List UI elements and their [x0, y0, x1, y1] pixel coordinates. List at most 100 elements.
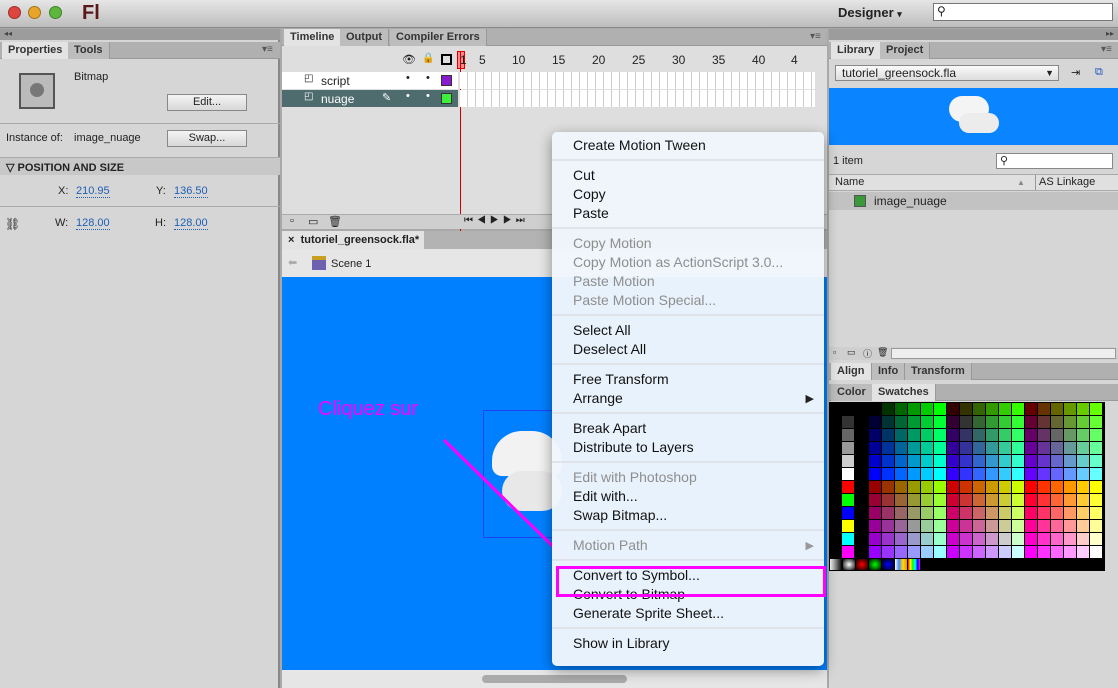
swatch[interactable] — [921, 455, 933, 467]
swatch[interactable] — [908, 481, 920, 493]
menu-item-swap-bitmap[interactable]: Swap Bitmap... — [573, 506, 813, 525]
library-file-dropdown[interactable]: tutoriel_greensock.fla ▼ — [835, 65, 1059, 81]
swatch[interactable] — [895, 455, 907, 467]
swatch[interactable] — [869, 442, 881, 454]
swatch[interactable] — [934, 546, 946, 558]
tab-transform[interactable]: Transform — [905, 363, 972, 380]
swatch[interactable] — [882, 507, 894, 519]
swatch[interactable] — [908, 520, 920, 532]
swatch[interactable] — [947, 416, 959, 428]
swatch[interactable] — [1025, 481, 1037, 493]
swatch[interactable] — [934, 442, 946, 454]
swatch[interactable] — [882, 442, 894, 454]
swatch[interactable] — [986, 416, 998, 428]
swatch[interactable] — [908, 494, 920, 506]
swatch[interactable] — [842, 442, 854, 454]
swatch[interactable] — [1051, 494, 1063, 506]
swatch[interactable] — [1077, 455, 1089, 467]
menu-item-copy[interactable]: Copy — [573, 185, 813, 204]
swatch[interactable] — [869, 481, 881, 493]
swatch[interactable] — [1077, 403, 1089, 415]
swatch[interactable] — [842, 429, 854, 441]
swatch[interactable] — [1038, 416, 1050, 428]
swatch[interactable] — [947, 533, 959, 545]
swatch[interactable] — [973, 494, 985, 506]
swatch[interactable] — [842, 416, 854, 428]
swatch[interactable] — [882, 403, 894, 415]
swatch[interactable] — [1090, 468, 1102, 480]
new-folder-icon[interactable]: ▭ — [847, 347, 856, 358]
swatch[interactable] — [1064, 533, 1076, 545]
swatch[interactable] — [999, 546, 1011, 558]
menu-item-free-transform[interactable]: Free Transform — [573, 370, 813, 389]
swatch[interactable] — [1077, 546, 1089, 558]
swatch[interactable] — [1038, 507, 1050, 519]
swatch[interactable] — [895, 533, 907, 545]
swatch[interactable] — [947, 429, 959, 441]
gradient-swatch[interactable] — [882, 559, 894, 570]
swatch[interactable] — [986, 494, 998, 506]
swatch[interactable] — [973, 403, 985, 415]
delete-icon[interactable]: 🗑 — [877, 347, 888, 358]
new-symbol-icon[interactable]: ▫ — [833, 347, 836, 357]
swatch[interactable] — [1012, 546, 1024, 558]
swatch[interactable] — [1025, 494, 1037, 506]
swatch[interactable] — [1064, 481, 1076, 493]
swatch[interactable] — [1025, 455, 1037, 467]
menu-item-break-apart[interactable]: Break Apart — [573, 419, 813, 438]
tab-align[interactable]: Align — [831, 363, 872, 380]
swatch[interactable] — [947, 546, 959, 558]
swatch[interactable] — [934, 429, 946, 441]
swatch[interactable] — [973, 546, 985, 558]
swatch[interactable] — [1012, 481, 1024, 493]
swatch[interactable] — [842, 533, 854, 545]
swatch[interactable] — [895, 507, 907, 519]
swatch[interactable] — [1025, 546, 1037, 558]
swatch[interactable] — [869, 403, 881, 415]
swatch[interactable] — [986, 442, 998, 454]
swatch[interactable] — [947, 442, 959, 454]
swatch[interactable] — [934, 507, 946, 519]
swatch[interactable] — [921, 442, 933, 454]
swatch[interactable] — [921, 507, 933, 519]
swatch[interactable] — [842, 520, 854, 532]
swatch[interactable] — [842, 403, 854, 415]
swatch[interactable] — [973, 481, 985, 493]
swatch[interactable] — [960, 481, 972, 493]
swatch[interactable] — [947, 481, 959, 493]
swatch[interactable] — [1038, 455, 1050, 467]
swatch[interactable] — [908, 455, 920, 467]
swatch[interactable] — [947, 403, 959, 415]
swatch[interactable] — [1012, 455, 1024, 467]
swatch[interactable] — [921, 520, 933, 532]
swatch[interactable] — [1012, 533, 1024, 545]
swatch[interactable] — [1025, 429, 1037, 441]
swatch[interactable] — [1090, 481, 1102, 493]
swatch[interactable] — [869, 494, 881, 506]
library-scrollbar[interactable] — [891, 348, 1116, 359]
swatch[interactable] — [895, 481, 907, 493]
swatch[interactable] — [999, 429, 1011, 441]
swatch[interactable] — [882, 520, 894, 532]
swatch[interactable] — [1038, 533, 1050, 545]
swatch[interactable] — [921, 429, 933, 441]
swatch[interactable] — [869, 520, 881, 532]
gradient-swatch[interactable] — [830, 559, 842, 570]
swatch[interactable] — [960, 494, 972, 506]
swatch[interactable] — [1051, 546, 1063, 558]
swatch[interactable] — [960, 468, 972, 480]
swatch[interactable] — [1012, 429, 1024, 441]
swatch[interactable] — [947, 494, 959, 506]
swatch[interactable] — [960, 416, 972, 428]
swatch[interactable] — [869, 546, 881, 558]
expand-panel-icon[interactable]: ▸▸ — [829, 29, 1118, 40]
properties-icon[interactable]: ⓘ — [863, 347, 872, 360]
swatch[interactable] — [1051, 429, 1063, 441]
swatch[interactable] — [921, 494, 933, 506]
swatch[interactable] — [934, 403, 946, 415]
swatch[interactable] — [960, 507, 972, 519]
swatch[interactable] — [934, 455, 946, 467]
swatch[interactable] — [999, 468, 1011, 480]
swatch[interactable] — [973, 507, 985, 519]
swatch[interactable] — [1064, 468, 1076, 480]
